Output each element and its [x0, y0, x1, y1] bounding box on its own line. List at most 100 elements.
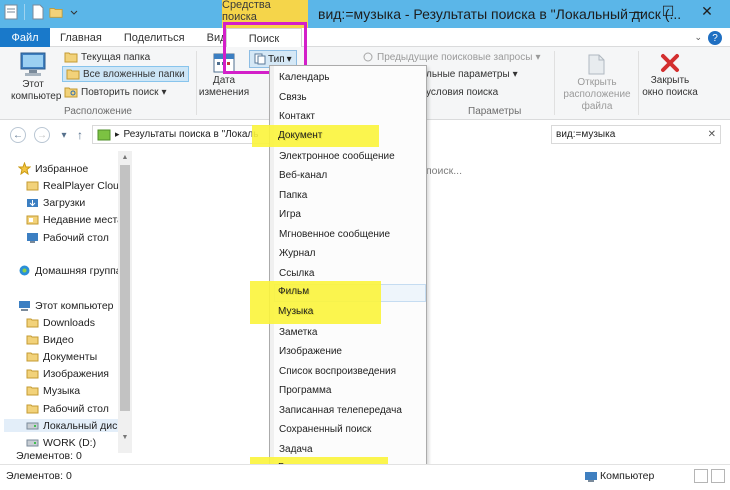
close-icon [661, 54, 679, 72]
scroll-down-arrow[interactable]: ▼ [118, 431, 132, 443]
minimize-button[interactable]: — [620, 0, 652, 22]
repeat-search-icon [64, 87, 78, 98]
type-menu-item[interactable]: Электронное сообщение [279, 151, 395, 162]
all-subfolders-button[interactable]: Все вложенные папки [62, 66, 189, 82]
type-menu-item[interactable]: Веб-канал [279, 170, 327, 181]
nav-item-label: Этот компьютер [35, 299, 114, 312]
nav-item[interactable]: Видео [26, 333, 74, 346]
open-location-label: Открыть расположение файла [563, 77, 631, 112]
recent-searches-button[interactable]: Предыдущие поисковые запросы ▾ [362, 51, 540, 63]
type-menu-item[interactable]: Журнал [279, 248, 316, 259]
close-icon[interactable]: ✕ [708, 129, 716, 140]
this-computer-button[interactable]: Этот компьютер [8, 51, 62, 103]
nav-item-label: Изображения [43, 367, 109, 380]
date-modified-label: Дата изменения [198, 75, 250, 98]
open-file-location-button[interactable]: Открыть расположение файла [558, 51, 636, 113]
nav-item[interactable]: Локальный диск [4, 419, 122, 432]
nav-item-label: Недавние места [43, 213, 123, 226]
repeat-search-label: Повторить поиск [81, 86, 159, 98]
quick-access-toolbar [4, 4, 81, 20]
details-view-button[interactable] [694, 469, 708, 483]
type-menu-item[interactable]: Мгновенное сообщение [279, 229, 390, 240]
large-icons-view-button[interactable] [711, 469, 725, 483]
nav-item[interactable]: Этот компьютер [18, 299, 114, 312]
location-group-label: Расположение [64, 106, 132, 117]
search-tools-context-label: Средства поиска [222, 0, 308, 28]
properties-icon[interactable] [4, 4, 18, 20]
highlighted-menu-item[interactable]: Фильм [278, 286, 309, 297]
tab-file[interactable]: Файл [0, 28, 50, 47]
recent-icon [26, 213, 39, 226]
qat-separator [24, 4, 25, 20]
advanced-options-button[interactable]: льные параметры ▾ [426, 69, 518, 80]
chevron-down-icon: ▾ [286, 53, 292, 65]
type-menu-item[interactable]: Список воспроизведения [279, 366, 396, 377]
nav-item[interactable]: Рабочий стол [26, 231, 109, 244]
type-menu-item[interactable]: Папка [279, 190, 307, 201]
status-bar: Элементов: 0 Элементов: 0 Компьютер [0, 450, 730, 490]
highlighted-menu-item[interactable]: Документ [278, 130, 322, 141]
tab-home[interactable]: Главная [50, 28, 113, 47]
save-search-label: условия поиска [426, 87, 499, 98]
qat-dropdown-icon[interactable] [67, 4, 81, 20]
date-modified-button[interactable]: Дата изменения [198, 51, 250, 99]
nav-item[interactable]: Музыка [26, 384, 80, 397]
nav-scrollbar[interactable]: ▲ ▼ [118, 151, 132, 453]
cloud-icon [26, 179, 39, 192]
new-document-icon[interactable] [31, 4, 45, 20]
recent-locations-button[interactable]: ▾ [56, 127, 72, 143]
back-button[interactable]: ← [10, 127, 26, 143]
save-search-button[interactable]: условия поиска [426, 87, 498, 98]
folder-icon [26, 333, 39, 346]
nav-item[interactable]: Документы [26, 350, 97, 363]
type-menu-item[interactable]: Записанная телепередача [279, 405, 402, 416]
close-button[interactable]: ✕ [684, 0, 730, 22]
type-menu-item[interactable]: Контакт [279, 111, 315, 122]
type-menu-item[interactable]: Задача [279, 444, 313, 455]
search-input[interactable]: вид:=музыка ✕ [551, 125, 721, 144]
folder-icon [26, 350, 39, 363]
new-folder-icon[interactable] [49, 4, 63, 20]
search-results-icon [97, 129, 111, 140]
highlighted-menu-item[interactable]: Музыка [278, 306, 313, 317]
type-menu-item[interactable]: Связь [279, 92, 307, 103]
highlight-film-music [250, 281, 381, 324]
nav-item[interactable]: WORK (D:) [26, 436, 96, 449]
type-menu-item[interactable]: Игра [279, 209, 301, 220]
advanced-options-label: льные параметры [426, 69, 510, 80]
tab-share[interactable]: Поделиться [113, 28, 196, 47]
type-menu-item[interactable]: Ссылка [279, 268, 314, 279]
scroll-up-arrow[interactable]: ▲ [118, 151, 132, 163]
nav-item[interactable]: Downloads [26, 316, 95, 329]
desktop-icon [26, 231, 39, 244]
nav-item[interactable]: Загрузки [26, 196, 85, 209]
ribbon-collapse-icon[interactable]: ⌄ [694, 32, 702, 43]
close-search-button[interactable]: Закрыть окно поиска [640, 51, 700, 99]
nav-item[interactable]: Рабочий стол [26, 402, 109, 415]
drive-icon [26, 419, 39, 432]
up-button[interactable]: ↑ [72, 127, 88, 143]
this-computer-label: Этот компьютер [11, 79, 62, 102]
nav-item-label: RealPlayer Cloud [43, 179, 125, 192]
type-menu-item[interactable]: Изображение [279, 346, 342, 357]
nav-item[interactable]: Изображения [26, 367, 109, 380]
scroll-thumb[interactable] [120, 165, 130, 411]
tab-search[interactable]: Поиск [226, 28, 302, 48]
type-menu-item[interactable]: Программа [279, 385, 331, 396]
nav-item[interactable]: RealPlayer Cloud [26, 179, 125, 192]
forward-button[interactable]: → [34, 127, 50, 143]
maximize-button[interactable]: ☐ [652, 0, 684, 22]
nav-item[interactable]: Недавние места [26, 213, 123, 226]
repeat-search-button[interactable]: Повторить поиск ▾ [64, 86, 167, 98]
star-icon [18, 162, 31, 175]
navigation-pane: Избранное RealPlayer Cloud Загрузки Недавни… [0, 151, 132, 451]
type-menu-item[interactable]: Календарь [279, 72, 329, 83]
current-folder-button[interactable]: Текущая папка [64, 51, 150, 63]
chevron-down-icon: ▾ [512, 69, 518, 80]
nav-item[interactable]: Домашняя группа [18, 264, 122, 277]
type-menu-item[interactable]: Заметка [279, 327, 317, 338]
help-icon[interactable]: ? [708, 31, 722, 45]
nav-item[interactable]: Избранное [18, 162, 88, 175]
options-group-label: Параметры [468, 106, 522, 117]
type-menu-item[interactable]: Сохраненный поиск [279, 424, 371, 435]
